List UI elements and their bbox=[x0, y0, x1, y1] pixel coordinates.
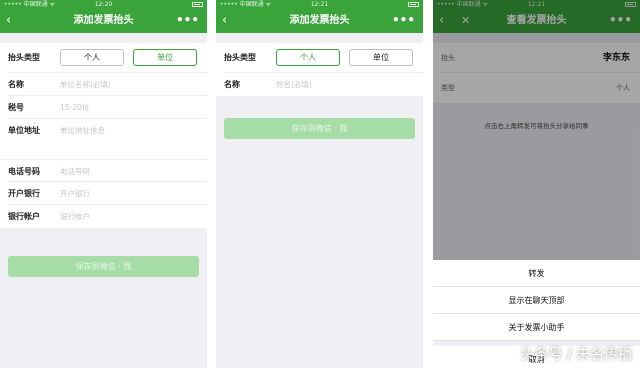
address-row: 单位地址 单位地址信息 bbox=[0, 119, 207, 142]
phone-screen-add-invoice-company: ••••• 中国联通 ᯤ 12:20 ‹ 添加发票抬头 ••• 抬头类型 个人 … bbox=[0, 0, 207, 368]
tax-id-row: 税号 15-20位 bbox=[0, 96, 207, 119]
name-label: 名称 bbox=[8, 80, 24, 89]
name-input[interactable]: 姓名(必填) bbox=[276, 73, 312, 96]
name-row: 名称 姓名(必填) bbox=[216, 73, 423, 96]
bank-row: 开户银行 开户银行 bbox=[0, 182, 207, 205]
more-icon[interactable]: ••• bbox=[176, 9, 199, 31]
type-option-personal[interactable]: 个人 bbox=[276, 49, 340, 66]
invoice-form: 抬头类型 个人 单位 名称 单位名称(必填) 税号 15-20位 单位地址 单位… bbox=[0, 43, 207, 228]
bank-account-input[interactable]: 银行帐户 bbox=[60, 205, 90, 228]
type-row: 抬头类型 个人 单位 bbox=[216, 43, 423, 73]
name-row: 名称 单位名称(必填) bbox=[0, 73, 207, 96]
clock: 12:20 bbox=[94, 1, 113, 8]
phone-row: 电话号码 电话号码 bbox=[0, 159, 207, 182]
address-input[interactable]: 单位地址信息 bbox=[60, 119, 105, 142]
address-label: 单位地址 bbox=[8, 126, 40, 135]
status-bar: ••••• 中国联通 ᯤ 12:21 bbox=[216, 0, 423, 9]
action-about-invoice-assistant[interactable]: 关于发票小助手 bbox=[433, 314, 640, 341]
bank-input[interactable]: 开户银行 bbox=[60, 182, 90, 205]
battery-icon bbox=[192, 2, 203, 7]
bank-account-label: 银行帐户 bbox=[8, 212, 40, 221]
type-option-personal[interactable]: 个人 bbox=[60, 49, 124, 66]
more-icon[interactable]: ••• bbox=[392, 9, 415, 31]
clock: 12:21 bbox=[310, 1, 329, 8]
invoice-form: 抬头类型 个人 单位 名称 姓名(必填) bbox=[216, 43, 423, 96]
phone-screen-view-invoice: ••••• 中国联通 ᯤ 12:21 ‹ ✕ 查看发票抬头 ••• 抬头 李东东… bbox=[433, 0, 640, 368]
phone-screen-add-invoice-personal: ••••• 中国联通 ᯤ 12:21 ‹ 添加发票抬头 ••• 抬头类型 个人 … bbox=[216, 0, 423, 368]
type-label: 抬头类型 bbox=[224, 53, 256, 62]
phone-label: 电话号码 bbox=[8, 167, 40, 176]
action-forward[interactable]: 转发 bbox=[433, 260, 640, 287]
nav-bar: ‹ 添加发票抬头 ••• bbox=[0, 9, 207, 33]
name-input[interactable]: 单位名称(必填) bbox=[60, 73, 111, 96]
nav-bar: ‹ 添加发票抬头 ••• bbox=[216, 9, 423, 33]
bank-account-row: 银行帐户 银行帐户 bbox=[0, 205, 207, 228]
save-button[interactable]: 保存到微信 · 我 bbox=[8, 256, 199, 277]
status-bar: ••••• 中国联通 ᯤ 12:20 bbox=[0, 0, 207, 9]
bank-label: 开户银行 bbox=[8, 189, 40, 198]
screenshot-collage: ••••• 中国联通 ᯤ 12:20 ‹ 添加发票抬头 ••• 抬头类型 个人 … bbox=[0, 0, 640, 368]
phone-input[interactable]: 电话号码 bbox=[60, 160, 90, 183]
tax-id-label: 税号 bbox=[8, 103, 24, 112]
action-pin-to-chat-top[interactable]: 显示在聊天顶部 bbox=[433, 287, 640, 314]
save-button[interactable]: 保存到微信 · 我 bbox=[224, 118, 415, 139]
battery-icon bbox=[408, 2, 419, 7]
type-label: 抬头类型 bbox=[8, 53, 40, 62]
type-row: 抬头类型 个人 单位 bbox=[0, 43, 207, 73]
tax-id-input[interactable]: 15-20位 bbox=[60, 96, 89, 119]
type-option-company[interactable]: 单位 bbox=[349, 49, 413, 66]
name-label: 名称 bbox=[224, 80, 240, 89]
watermark-text: 头条号 / 未名传播 bbox=[520, 347, 632, 363]
type-option-company[interactable]: 单位 bbox=[133, 49, 197, 66]
